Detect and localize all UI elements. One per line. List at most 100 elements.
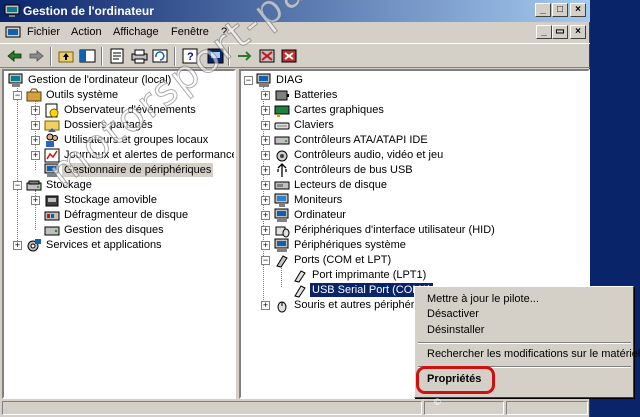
properties-highlight-ring [416, 366, 495, 394]
expand-expander[interactable]: + [31, 106, 40, 115]
expand-expander[interactable]: + [261, 166, 270, 175]
collapse-expander[interactable]: − [261, 256, 270, 265]
event-viewer-icon [45, 103, 59, 118]
menu-item-update-driver[interactable]: Mettre à jour le pilote... [427, 293, 539, 305]
toolbar-separator [228, 47, 230, 66]
tree-label: Journaux et alertes de performance [64, 149, 236, 161]
expand-expander[interactable]: + [261, 136, 270, 145]
tree-label: Utilisateurs et groupes locaux [64, 134, 209, 146]
mmc-console-icon[interactable] [5, 25, 21, 41]
menu-fichier[interactable]: Fichier [27, 26, 60, 38]
computer-management-icon [4, 4, 20, 17]
collapse-expander[interactable]: − [13, 91, 22, 100]
expand-expander[interactable]: + [261, 181, 270, 190]
expand-expander[interactable]: + [261, 106, 270, 115]
expand-expander[interactable]: + [31, 136, 40, 145]
mouse-icon [277, 301, 287, 313]
users-groups-icon [46, 133, 58, 147]
close-button[interactable]: × [570, 3, 586, 17]
disk-drive-icon [274, 181, 290, 190]
menu-separator [418, 342, 631, 344]
menu-affichage[interactable]: Affichage [113, 26, 159, 38]
toolbar: ? [0, 43, 590, 68]
computer-icon [256, 73, 271, 87]
update-driver-icon[interactable] [236, 48, 253, 64]
audio-controller-icon [276, 150, 288, 162]
tree-label: Batteries [294, 89, 338, 101]
defragmenter-icon [44, 211, 60, 221]
graphics-card-icon [274, 105, 290, 117]
services-applications-icon [27, 239, 41, 252]
monitor-icon [274, 193, 289, 207]
expand-expander[interactable]: + [31, 196, 40, 205]
tree-label: Contrôleurs audio, vidéo et jeu [294, 149, 444, 161]
collapse-expander[interactable]: − [244, 76, 253, 85]
expand-expander[interactable]: + [261, 211, 270, 220]
ide-controller-icon [274, 136, 290, 145]
properties-icon[interactable] [109, 48, 126, 64]
hid-device-icon [275, 226, 290, 238]
device-manager-icon [44, 163, 59, 177]
tree-label: Cartes graphiques [294, 104, 384, 116]
expand-expander[interactable]: + [261, 121, 270, 130]
show-hide-tree-icon[interactable] [79, 48, 96, 64]
expand-expander[interactable]: + [261, 226, 270, 235]
help-icon[interactable]: ? [182, 48, 199, 64]
tree-label: Ports (COM et LPT) [294, 254, 392, 266]
keyboard-icon [274, 122, 290, 130]
expand-expander[interactable]: + [261, 91, 270, 100]
tree-label: Défragmenteur de disque [64, 209, 189, 221]
tree-label: Périphériques système [294, 239, 406, 251]
print-icon[interactable] [131, 48, 148, 64]
menu-item-uninstall[interactable]: Désinstaller [427, 324, 484, 336]
status-cell-tertiary [506, 401, 588, 415]
tree-label: Moniteurs [294, 194, 343, 206]
maximize-button[interactable]: □ [552, 3, 568, 17]
system-tools-icon [26, 88, 42, 102]
expand-expander[interactable]: + [261, 196, 270, 205]
up-folder-icon[interactable] [58, 48, 75, 64]
forward-arrow-icon[interactable] [28, 48, 45, 64]
toolbar-separator [50, 47, 52, 66]
expand-expander[interactable]: + [31, 121, 40, 130]
title-bar[interactable]: Gestion de l'ordinateur _ □ × [0, 0, 590, 22]
console-tree-pane[interactable]: Gestion de l'ordinateur (local) − Outils… [2, 69, 236, 399]
tree-label: Observateur d'événements [64, 104, 196, 116]
minimize-button[interactable]: _ [535, 3, 551, 17]
menu-help[interactable]: ? [221, 26, 227, 38]
uninstall-device-icon[interactable] [281, 48, 298, 64]
disable-device-icon[interactable] [259, 48, 276, 64]
menu-item-disable[interactable]: Désactiver [427, 308, 479, 320]
mdi-close-button[interactable]: × [570, 25, 586, 39]
expand-expander[interactable]: + [13, 241, 22, 250]
mdi-restore-button[interactable]: ▭ [552, 25, 568, 39]
computer-management-icon [8, 73, 23, 87]
expand-expander[interactable]: + [261, 241, 270, 250]
tree-label: DIAG [276, 74, 303, 86]
tree-label: Gestion de l'ordinateur (local) [28, 74, 172, 86]
tree-label: Périphériques d'interface utilisateur (H… [294, 224, 495, 236]
computer-icon [274, 208, 289, 222]
disk-management-icon [44, 226, 60, 236]
mdi-minimize-button[interactable]: _ [536, 25, 552, 39]
tree-label: Stockage [46, 179, 92, 191]
tree-label: Lecteurs de disque [294, 179, 387, 191]
back-arrow-icon[interactable] [6, 48, 23, 64]
system-device-icon [274, 238, 289, 252]
expand-expander[interactable]: + [31, 151, 40, 160]
tree-label-selected: Gestionnaire de périphériques [62, 163, 214, 177]
scan-hardware-icon[interactable] [207, 48, 224, 64]
port-connector-icon [294, 285, 306, 298]
tree-label: Claviers [294, 119, 334, 131]
menu-fenetre[interactable]: Fenêtre [171, 26, 209, 38]
tree-connector [281, 265, 282, 287]
menu-bar: Fichier Action Affichage Fenêtre ? [0, 22, 590, 43]
copyright-mark: © [434, 397, 441, 407]
menu-action[interactable]: Action [71, 26, 102, 38]
expand-expander[interactable]: + [261, 151, 270, 160]
svg-text:?: ? [187, 51, 194, 63]
collapse-expander[interactable]: − [13, 181, 22, 190]
expand-expander[interactable]: + [261, 301, 270, 310]
refresh-icon[interactable] [152, 48, 169, 64]
menu-item-scan-hardware[interactable]: Rechercher les modifications sur le maté… [427, 348, 640, 360]
